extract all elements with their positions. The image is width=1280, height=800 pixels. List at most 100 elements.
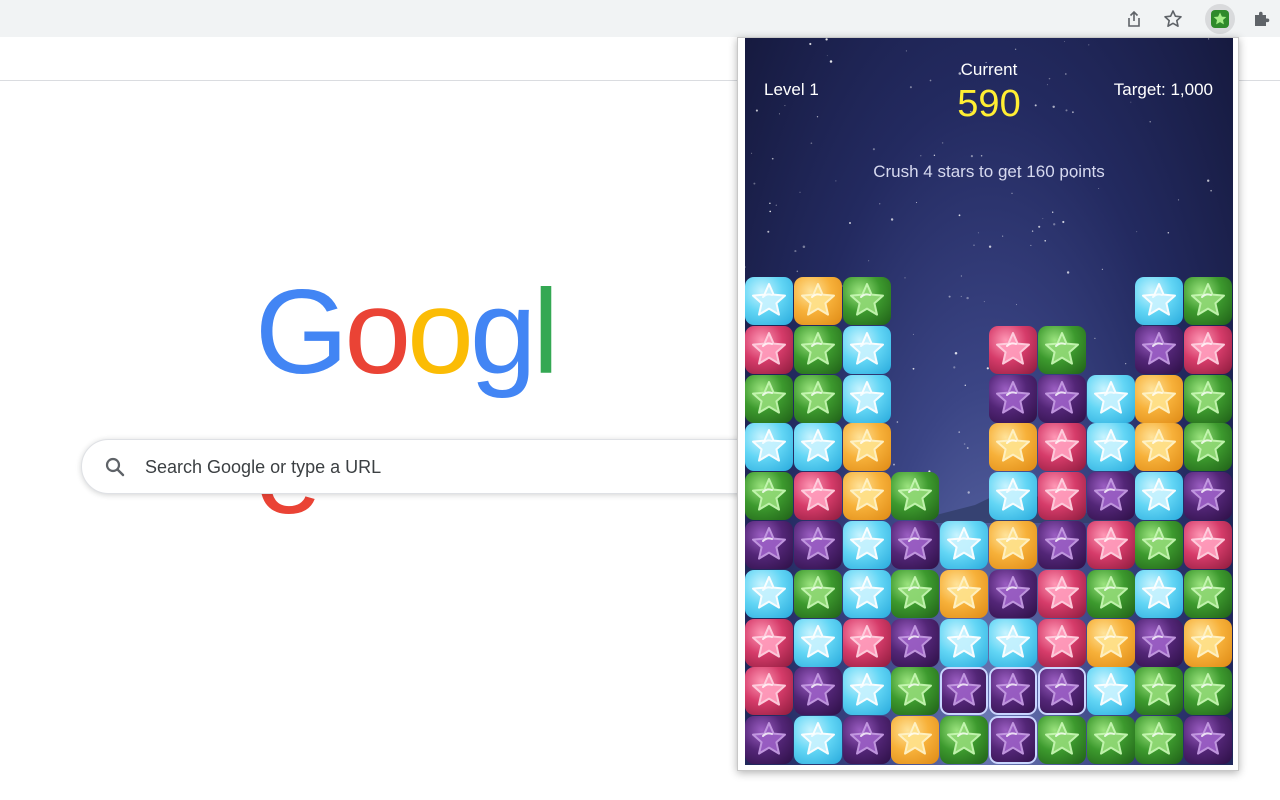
star-tile-cyan[interactable] [1135,569,1184,618]
star-tile-orange[interactable] [842,423,891,472]
star-tile-cyan[interactable] [940,618,989,667]
star-tile-green[interactable] [793,569,842,618]
star-tile-purple[interactable] [1135,325,1184,374]
star-tile-orange[interactable] [1184,618,1233,667]
star-tile-green[interactable] [745,374,793,423]
star-tile-orange[interactable] [842,472,891,521]
star-tile-green[interactable] [891,569,940,618]
star-tile-orange[interactable] [793,277,842,325]
star-tile-cyan[interactable] [940,521,989,569]
star-tile-pink[interactable] [1037,618,1086,667]
star-tile-green[interactable] [842,277,891,325]
star-tile-pink[interactable] [1037,472,1086,521]
star-tile-pink[interactable] [1184,325,1233,374]
star-tile-cyan[interactable] [989,472,1037,521]
star-game-extension-icon[interactable] [1205,4,1235,34]
star-tile-purple[interactable] [745,521,793,569]
sky-star [872,148,875,151]
star-tile-green[interactable] [891,472,940,521]
star-tile-pink[interactable] [1086,521,1135,569]
star-tile-purple[interactable] [745,716,793,765]
sky-star [920,155,922,157]
star-tile-cyan[interactable] [745,277,793,325]
star-tile-cyan[interactable] [989,618,1037,667]
star-tile-orange[interactable] [1086,618,1135,667]
star-tile-pink[interactable] [745,618,793,667]
star-tile-green[interactable] [891,667,940,716]
star-icon [996,527,1030,560]
star-tile-purple[interactable] [1184,472,1233,521]
star-tile-purple[interactable] [989,716,1037,765]
star-tile-green[interactable] [1037,716,1086,765]
star-tile-pink[interactable] [1037,423,1086,472]
star-tile-pink[interactable] [1184,521,1233,569]
star-tile-green[interactable] [1184,374,1233,423]
sky-star [1062,220,1065,224]
puzzle-icon[interactable] [1246,4,1276,34]
star-tile-green[interactable] [1135,521,1184,569]
star-tile-green[interactable] [1135,667,1184,716]
star-tile-green[interactable] [940,716,989,765]
star-tile-pink[interactable] [1037,569,1086,618]
star-tile-purple[interactable] [989,374,1037,423]
share-icon[interactable] [1119,4,1149,34]
star-tile-pink[interactable] [842,618,891,667]
star-tile-purple[interactable] [1184,716,1233,765]
star-tile-purple[interactable] [989,667,1037,716]
star-tile-cyan[interactable] [842,569,891,618]
star-tile-cyan[interactable] [842,667,891,716]
star-tile-green[interactable] [1086,716,1135,765]
search-box[interactable]: Search Google or type a URL [81,439,801,494]
star-tile-green[interactable] [1184,423,1233,472]
star-tile-cyan[interactable] [842,374,891,423]
sky-star [1063,41,1065,43]
star-tile-purple[interactable] [793,521,842,569]
star-tile-purple[interactable] [989,569,1037,618]
star-tile-green[interactable] [1135,716,1184,765]
star-tile-cyan[interactable] [1086,374,1135,423]
sky-star [1002,235,1004,237]
star-tile-cyan[interactable] [1135,472,1184,521]
star-tile-cyan[interactable] [1135,277,1184,325]
star-tile-purple[interactable] [891,618,940,667]
star-tile-purple[interactable] [1135,618,1184,667]
star-tile-green[interactable] [1184,667,1233,716]
star-tile-orange[interactable] [940,569,989,618]
star-tile-orange[interactable] [989,521,1037,569]
star-tile-green[interactable] [745,472,793,521]
star-tile-cyan[interactable] [842,325,891,374]
star-tile-pink[interactable] [989,325,1037,374]
star-tile-green[interactable] [1086,569,1135,618]
star-tile-pink[interactable] [745,325,793,374]
sky-star [1177,199,1180,201]
star-tile-purple[interactable] [1037,374,1086,423]
sky-star [1088,44,1090,46]
star-tile-purple[interactable] [842,716,891,765]
star-tile-green[interactable] [1184,277,1233,325]
star-tile-cyan[interactable] [1086,423,1135,472]
star-tile-cyan[interactable] [1086,667,1135,716]
star-tile-purple[interactable] [1037,521,1086,569]
star-tile-orange[interactable] [1135,374,1184,423]
star-tile-cyan[interactable] [842,521,891,569]
star-tile-purple[interactable] [940,667,989,716]
star-tile-orange[interactable] [891,716,940,765]
star-tile-purple[interactable] [891,521,940,569]
star-tile-green[interactable] [793,325,842,374]
star-tile-pink[interactable] [745,667,793,716]
star-tile-cyan[interactable] [745,423,793,472]
star-tile-cyan[interactable] [745,569,793,618]
star-tile-green[interactable] [1184,569,1233,618]
star-tile-orange[interactable] [1135,423,1184,472]
star-tile-cyan[interactable] [793,618,842,667]
star-tile-purple[interactable] [1086,472,1135,521]
star-tile-cyan[interactable] [793,423,842,472]
star-tile-purple[interactable] [793,667,842,716]
star-tile-green[interactable] [793,374,842,423]
bookmark-star-icon[interactable] [1158,4,1188,34]
star-tile-cyan[interactable] [793,716,842,765]
star-tile-pink[interactable] [793,472,842,521]
star-tile-orange[interactable] [989,423,1037,472]
star-tile-purple[interactable] [1037,667,1086,716]
star-tile-green[interactable] [1037,325,1086,374]
